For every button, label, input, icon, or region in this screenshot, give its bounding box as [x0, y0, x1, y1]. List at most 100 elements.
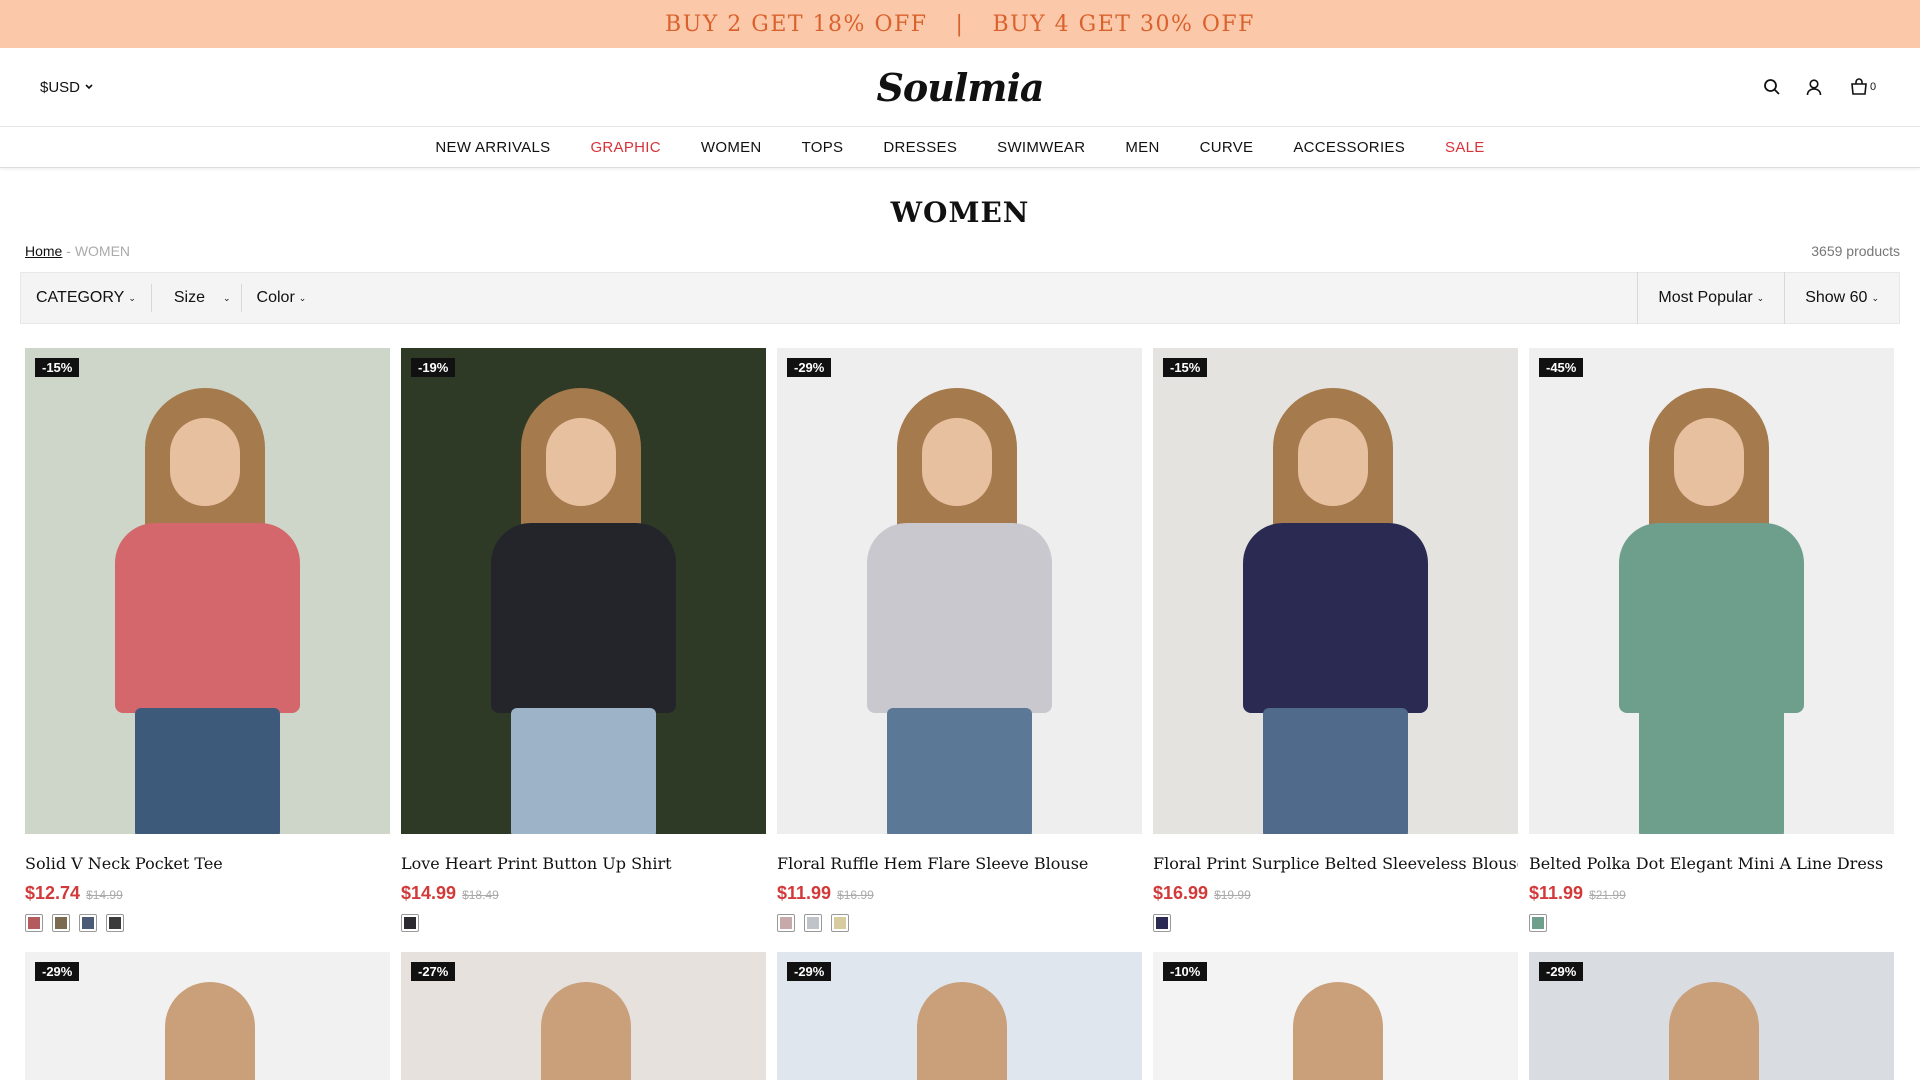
model-bottom — [1639, 708, 1784, 834]
site-logo[interactable]: Soulmia — [876, 65, 1044, 110]
swatch-fill — [807, 917, 819, 929]
product-card[interactable]: -15% Solid V Neck Pocket Tee $12.74 $14.… — [25, 348, 390, 932]
currency-selector[interactable]: $USD — [40, 79, 94, 96]
model-figure — [165, 982, 255, 1080]
swatch-fill — [834, 917, 846, 929]
promo-divider: | — [955, 11, 965, 37]
model-figure — [1293, 982, 1383, 1080]
product-image[interactable]: -10% — [1153, 952, 1518, 1080]
original-price: $18.49 — [462, 888, 499, 902]
filter-color-label: Color — [256, 289, 295, 306]
product-card[interactable]: -27% — [401, 952, 766, 1080]
product-card[interactable]: -29% Floral Ruffle Hem Flare Sleeve Blou… — [777, 348, 1142, 932]
product-card[interactable]: -10% — [1153, 952, 1518, 1080]
swatch-fill — [28, 917, 40, 929]
product-image[interactable]: -19% — [401, 348, 766, 834]
color-swatch[interactable] — [401, 914, 419, 932]
product-image[interactable]: -15% — [25, 348, 390, 834]
nav-swimwear[interactable]: SWIMWEAR — [977, 139, 1105, 156]
show-count-label: Show 60 — [1805, 289, 1868, 306]
model-bottom — [135, 708, 280, 834]
nav-accessories[interactable]: ACCESSORIES — [1273, 139, 1425, 156]
price-row: $11.99 $21.99 — [1529, 883, 1894, 904]
swatch-fill — [55, 917, 67, 929]
price-row: $11.99 $16.99 — [777, 883, 1142, 904]
swatch-fill — [82, 917, 94, 929]
filter-size[interactable]: Size ⌄ — [152, 284, 242, 312]
product-image[interactable]: -27% — [401, 952, 766, 1080]
product-name[interactable]: Solid V Neck Pocket Tee — [25, 854, 390, 873]
chevron-down-icon — [85, 84, 93, 90]
product-card[interactable]: -19% Love Heart Print Button Up Shirt $1… — [401, 348, 766, 932]
page-title: WOMEN — [890, 196, 1030, 229]
product-image[interactable]: -29% — [1529, 952, 1894, 1080]
discount-badge: -29% — [787, 358, 832, 377]
chevron-down-icon: ⌄ — [222, 292, 231, 303]
product-image[interactable]: -29% — [25, 952, 390, 1080]
discount-badge: -29% — [1539, 962, 1584, 981]
model-figure — [541, 982, 631, 1080]
color-swatch[interactable] — [52, 914, 70, 932]
color-swatch[interactable] — [804, 914, 822, 932]
breadcrumb: Home - WOMEN — [25, 243, 130, 259]
cart-icon[interactable]: 0 — [1846, 77, 1880, 97]
model-top — [1243, 523, 1428, 713]
product-card[interactable]: -15% Floral Print Surplice Belted Sleeve… — [1153, 348, 1518, 932]
color-swatch[interactable] — [25, 914, 43, 932]
swatch-fill — [109, 917, 121, 929]
product-image[interactable]: -29% — [777, 348, 1142, 834]
product-card[interactable]: -29% — [25, 952, 390, 1080]
color-swatch[interactable] — [831, 914, 849, 932]
nav-curve[interactable]: CURVE — [1180, 139, 1274, 156]
product-image[interactable]: -29% — [777, 952, 1142, 1080]
filter-category[interactable]: CATEGORY ⌄ — [21, 284, 152, 312]
breadcrumb-current: WOMEN — [74, 243, 131, 259]
discount-badge: -15% — [35, 358, 80, 377]
filter-color[interactable]: Color ⌄ — [242, 284, 322, 312]
color-swatch[interactable] — [1529, 914, 1547, 932]
model-bottom — [511, 708, 656, 834]
nav-new-arrivals[interactable]: NEW ARRIVALS — [415, 139, 570, 156]
product-card[interactable]: -29% — [777, 952, 1142, 1080]
product-card[interactable]: -45% Belted Polka Dot Elegant Mini A Lin… — [1529, 348, 1894, 932]
nav-men[interactable]: MEN — [1105, 139, 1179, 156]
discount-badge: -27% — [411, 962, 456, 981]
breadcrumb-home[interactable]: Home — [25, 243, 62, 259]
original-price: $21.99 — [1589, 888, 1626, 902]
product-name[interactable]: Belted Polka Dot Elegant Mini A Line Dre… — [1529, 854, 1894, 873]
sort-label: Most Popular — [1658, 289, 1753, 306]
product-image[interactable]: -15% — [1153, 348, 1518, 834]
account-icon[interactable] — [1804, 77, 1824, 97]
color-swatch[interactable] — [777, 914, 795, 932]
product-name[interactable]: Floral Ruffle Hem Flare Sleeve Blouse — [777, 854, 1142, 873]
currency-label: $USD — [40, 78, 81, 96]
promo-left: BUY 2 GET 18% OFF — [665, 11, 928, 37]
original-price: $14.99 — [86, 888, 123, 902]
model-top — [1619, 523, 1804, 713]
color-swatch[interactable] — [79, 914, 97, 932]
nav-women[interactable]: WOMEN — [681, 139, 782, 156]
price-row: $16.99 $19.99 — [1153, 883, 1518, 904]
promo-bar[interactable]: BUY 2 GET 18% OFF | BUY 4 GET 30% OFF — [0, 0, 1920, 48]
main-nav: NEW ARRIVALS GRAPHIC WOMEN TOPS DRESSES … — [0, 127, 1920, 168]
search-icon[interactable] — [1762, 77, 1782, 97]
swatch-fill — [1156, 917, 1168, 929]
price-row: $14.99 $18.49 — [401, 883, 766, 904]
color-swatch[interactable] — [1153, 914, 1171, 932]
product-image[interactable]: -45% — [1529, 348, 1894, 834]
show-count-select[interactable]: Show 60 ⌄ — [1784, 272, 1899, 324]
filter-category-label: CATEGORY — [36, 289, 125, 306]
product-card[interactable]: -29% — [1529, 952, 1894, 1080]
nav-dresses[interactable]: DRESSES — [863, 139, 977, 156]
nav-tops[interactable]: TOPS — [782, 139, 864, 156]
nav-graphic[interactable]: GRAPHIC — [570, 139, 680, 156]
cart-count: 0 — [1869, 81, 1877, 93]
swatch-list — [1153, 914, 1518, 932]
color-swatch[interactable] — [106, 914, 124, 932]
nav-sale[interactable]: SALE — [1425, 139, 1505, 156]
filter-size-label: Size — [173, 289, 205, 306]
product-name[interactable]: Floral Print Surplice Belted Sleeveless … — [1153, 854, 1518, 873]
discount-badge: -10% — [1163, 962, 1208, 981]
product-name[interactable]: Love Heart Print Button Up Shirt — [401, 854, 766, 873]
sort-select[interactable]: Most Popular ⌄ — [1637, 272, 1784, 324]
